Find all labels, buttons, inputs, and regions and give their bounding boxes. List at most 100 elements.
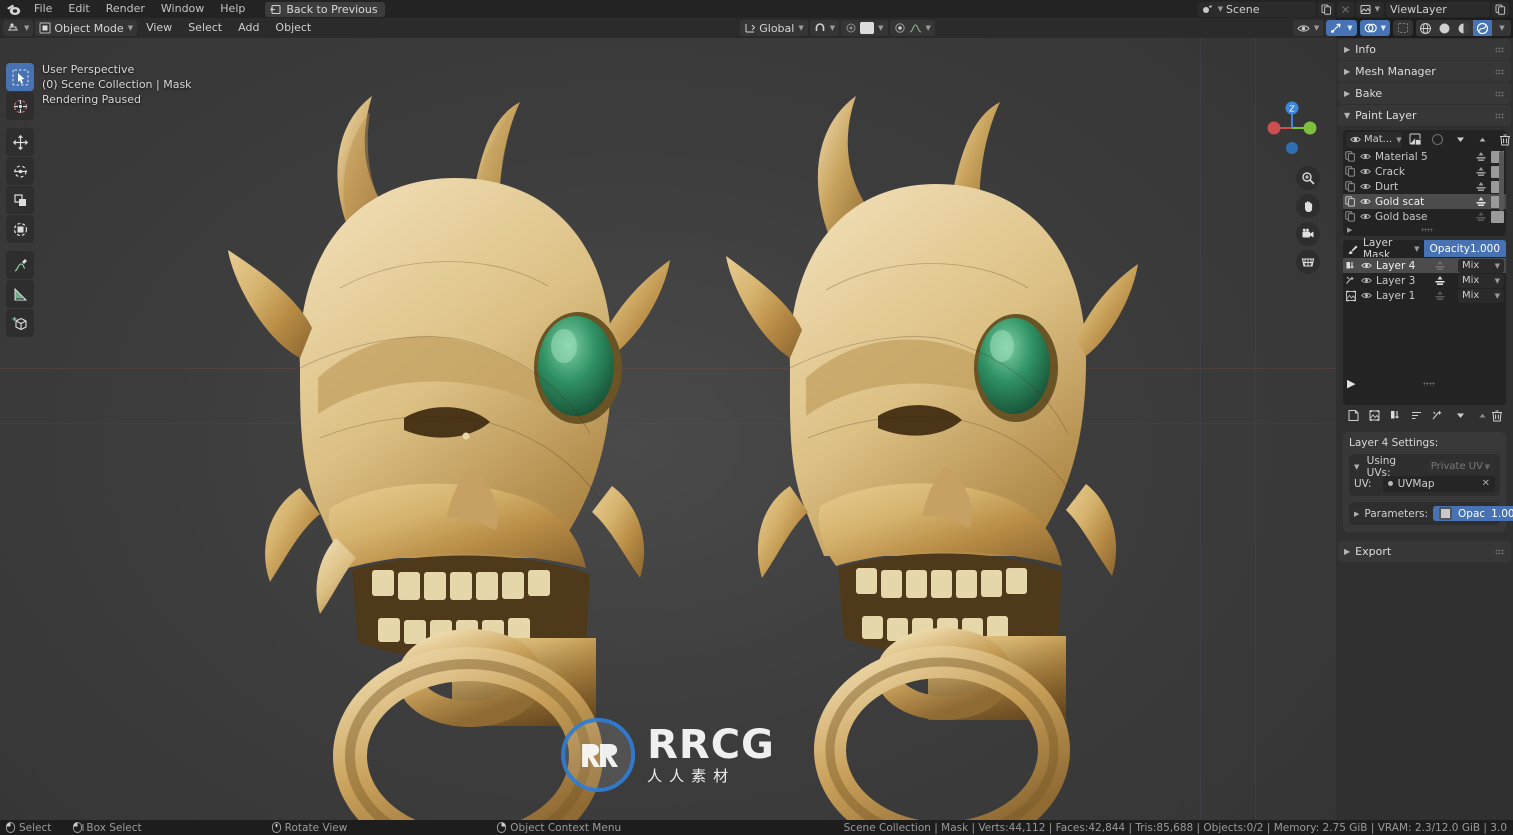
eye-icon[interactable] [1360,167,1371,176]
orthographic-grid-icon[interactable] [1296,250,1320,274]
falloff-curve-icon[interactable] [909,22,922,34]
layer-blend-icon[interactable] [1475,181,1487,193]
object-mode-selector[interactable]: Object Mode ▼ [35,20,138,36]
triangle-up-icon[interactable] [1477,410,1488,421]
circle-mask-icon[interactable] [1431,131,1444,148]
eye-icon[interactable] [1360,152,1371,161]
eye-icon[interactable] [1360,197,1371,206]
tool-rotate[interactable] [6,157,34,185]
uv-map-field[interactable]: UVMap ✕ [1382,475,1495,492]
viewport-menu-select[interactable]: Select [181,19,229,37]
add-gradient-icon[interactable] [1410,409,1423,422]
image-mask-icon[interactable] [1345,290,1357,302]
mask-blend-mode-selector[interactable]: Mix ▼ [1458,273,1504,288]
copy-layer-icon[interactable] [1409,131,1422,148]
menu-window[interactable]: Window [153,0,212,18]
resize-grip-icon[interactable] [1421,227,1434,232]
add-filter-icon[interactable] [1389,409,1402,422]
mask-blend-mode-selector[interactable]: Mix ▼ [1458,258,1504,273]
xray-toggle-button[interactable] [1393,20,1413,36]
shading-material-preview-button[interactable] [1454,20,1473,36]
viewlayer-name-field[interactable]: ViewLayer [1386,1,1490,17]
tool-cursor[interactable] [6,92,34,120]
panel-info[interactable]: ▶ Info [1338,39,1511,60]
add-noise-icon[interactable] [1431,409,1444,422]
layer-blend-icon[interactable] [1475,166,1487,178]
layer-blend-icon[interactable] [1475,196,1487,208]
eye-icon[interactable] [1361,291,1372,300]
layer-color-swatch[interactable] [1491,210,1504,223]
noise-icon[interactable] [1345,275,1357,287]
mask-blend-icon[interactable] [1434,260,1446,272]
remove-scene-button[interactable] [1336,1,1354,17]
menu-file[interactable]: File [26,0,60,18]
list-item[interactable]: Layer 4 Mix ▼ [1343,258,1506,273]
new-viewlayer-button[interactable] [1492,1,1509,17]
back-to-previous-button[interactable]: Back to Previous [265,1,385,17]
table-row[interactable]: Crack [1343,164,1506,179]
add-image-layer-icon[interactable] [1368,409,1381,422]
copy-icon[interactable] [1345,196,1356,207]
add-paint-layer-icon[interactable] [1347,409,1360,422]
layer-blend-icon[interactable] [1475,151,1487,163]
tool-tweak-select-box[interactable] [6,63,34,91]
snapping-button[interactable]: ▼ [809,20,840,36]
chevron-right-icon[interactable]: ▶ [1347,226,1352,234]
list-item[interactable]: Layer 3 Mix ▼ [1343,273,1506,288]
object-visibility-button[interactable]: ▼ [1292,20,1324,36]
panel-mesh-manager[interactable]: ▶ Mesh Manager [1338,61,1511,82]
parameters-opacity-slider[interactable]: Opac 1.00 [1433,506,1513,521]
shading-rendered-button[interactable] [1473,20,1492,36]
x-icon[interactable]: ✕ [1482,478,1490,489]
viewport-menu-add[interactable]: Add [231,19,266,37]
snap-target-swatch[interactable] [860,22,875,34]
eye-icon[interactable] [1360,212,1371,221]
trash-icon[interactable] [1491,409,1503,422]
overlays-toggle-button[interactable]: ▼ [1359,20,1390,36]
pan-hand-icon[interactable] [1296,194,1320,218]
menu-edit[interactable]: Edit [60,0,97,18]
tool-transform[interactable] [6,215,34,243]
camera-icon[interactable] [1296,222,1320,246]
table-row[interactable]: Material 5 [1343,149,1506,164]
eye-icon[interactable] [1361,261,1372,270]
shading-dropdown-button[interactable]: ▼ [1492,20,1511,36]
navigation-gizmo[interactable]: Z [1262,98,1322,158]
blender-logo-icon[interactable] [0,0,26,18]
tool-move[interactable] [6,128,34,156]
using-uvs-row[interactable]: ▼ Using UVs: Private UV ▼ [1354,455,1495,479]
eye-icon[interactable] [1360,182,1371,191]
viewport-menu-object[interactable]: Object [268,19,318,37]
layer-blend-icon[interactable] [1475,211,1487,223]
layer-mask-list[interactable]: Layer 4 Mix ▼ Layer 3 Mix ▼ Layer 1 Mix … [1343,257,1506,405]
paint-layer-list[interactable]: Material 5 Crack Durt Gold scat Gold bas… [1343,149,1506,236]
3d-viewport[interactable]: User Perspective (0) Scene Collection | … [0,38,1336,820]
proportional-editing-group[interactable]: ▼ [841,20,888,36]
copy-icon[interactable] [1345,181,1356,192]
color-swatch-icon[interactable] [1439,507,1453,520]
copy-icon[interactable] [1345,166,1356,177]
mask-blend-mode-selector[interactable]: Mix ▼ [1458,288,1504,303]
gizmo-toggle-button[interactable]: ▼ [1326,20,1357,36]
new-scene-button[interactable] [1317,1,1335,17]
brush-icon[interactable] [1347,243,1359,255]
transform-orientation-selector[interactable]: Global ▼ [740,20,808,36]
triangle-up-icon[interactable] [1477,131,1488,148]
table-row[interactable]: Gold scat [1343,194,1506,209]
chevron-down-icon[interactable]: ▼ [1354,463,1362,471]
panel-export[interactable]: ▶ Export [1338,541,1511,562]
private-uv-selector[interactable]: Private UV ▼ [1425,459,1495,474]
viewport-menu-view[interactable]: View [139,19,179,37]
material-selector[interactable]: Mat... ▼ [1346,131,1402,148]
menu-help[interactable]: Help [212,0,253,18]
filter-adjust-icon[interactable] [1345,260,1357,272]
tool-annotate[interactable] [6,251,34,279]
layer-list-footer[interactable]: ▶ [1343,224,1506,235]
triangle-down-icon[interactable] [1455,410,1466,421]
proportional-falloff-group[interactable]: ▼ [889,20,935,36]
shading-wireframe-button[interactable] [1416,20,1435,36]
mask-opacity-slider[interactable]: Opacity 1.000 [1423,240,1506,257]
scene-selector[interactable]: ▼ Scene [1197,1,1316,17]
list-item[interactable]: Layer 1 Mix ▼ [1343,288,1506,303]
mask-list-footer[interactable]: ▶ [1343,377,1506,390]
